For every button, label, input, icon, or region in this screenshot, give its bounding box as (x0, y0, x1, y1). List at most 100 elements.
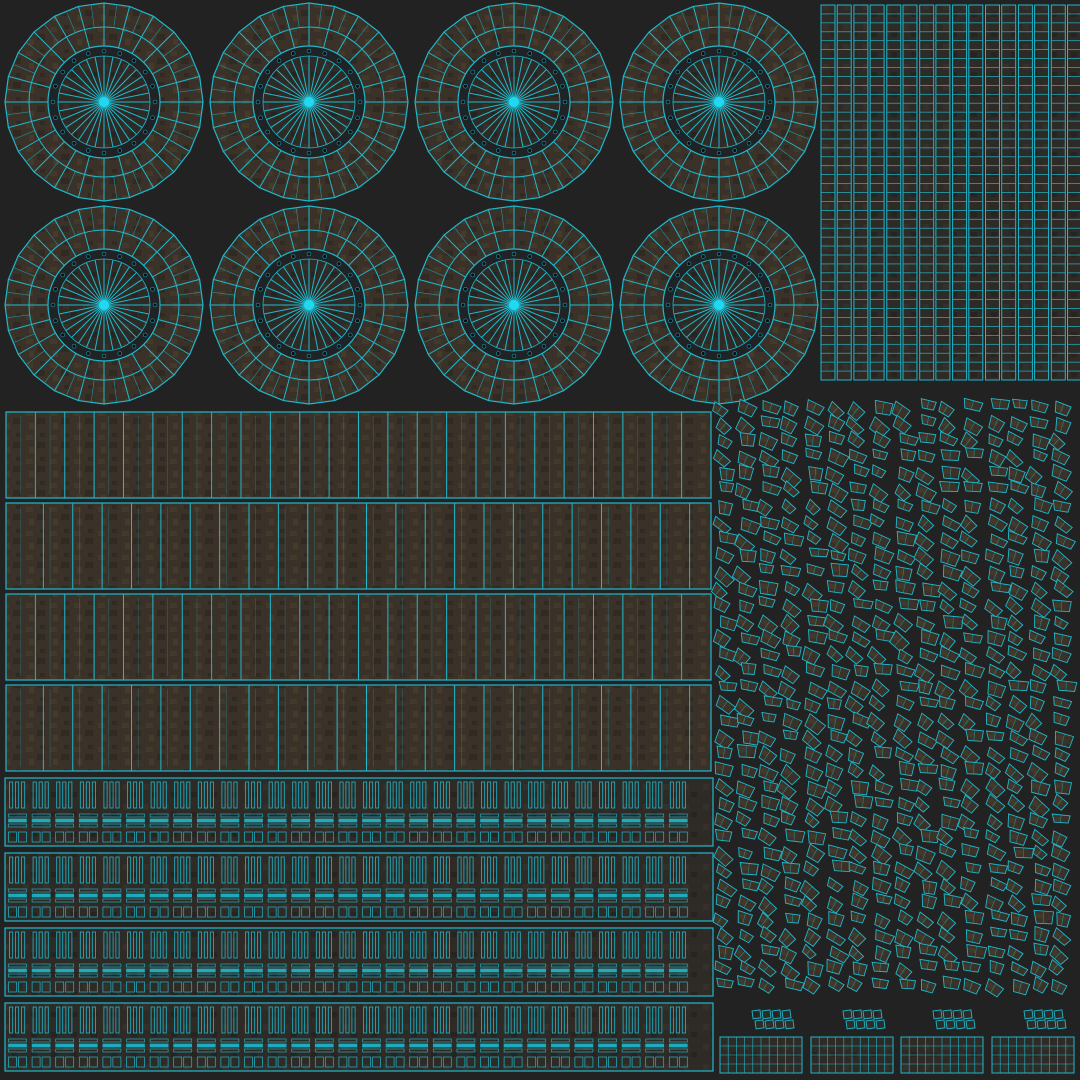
lug-island (868, 764, 885, 782)
circuit-rung (102, 1043, 122, 1048)
lug-island (758, 431, 779, 451)
lug-island (1007, 645, 1028, 661)
lug-face (824, 466, 845, 485)
lug-island (718, 796, 735, 813)
lug-island (1030, 960, 1047, 979)
wheel-bolt (306, 251, 312, 257)
lug-island (758, 977, 775, 994)
wheel-bolt (553, 332, 558, 338)
lug-face (779, 795, 799, 816)
lug-island (715, 546, 735, 565)
lug-island (715, 694, 737, 715)
circuit-rung (8, 893, 27, 898)
lug-island (1031, 893, 1052, 907)
lug-island (1031, 779, 1051, 797)
lug-face (1030, 960, 1047, 979)
lug-island (1054, 730, 1075, 749)
lug-island (984, 598, 1004, 618)
lug-island (988, 433, 1004, 448)
lug-island (872, 531, 891, 550)
lug-face (991, 909, 1011, 923)
circuit-rung (314, 1043, 334, 1048)
lug-island (763, 663, 783, 678)
lug-island (848, 861, 867, 875)
lug-island (893, 893, 911, 910)
wheel-bolt (470, 272, 475, 278)
lug-island (738, 581, 758, 598)
lug-island (898, 796, 916, 813)
lug-island (961, 581, 980, 599)
lug-face (762, 464, 780, 478)
lug-island (941, 465, 961, 480)
lug-island (735, 810, 752, 827)
lug-face (802, 975, 821, 995)
wheel-bolt (716, 251, 722, 257)
circuit-rung (574, 818, 594, 823)
circuit-rung (173, 893, 193, 898)
lug-face (759, 925, 777, 944)
lug-island (915, 482, 938, 503)
lug-face (917, 514, 935, 533)
lug-island (762, 480, 783, 496)
lug-face (892, 414, 912, 435)
lug-island (849, 481, 868, 494)
lug-island (872, 430, 892, 449)
wheel-bolt (117, 51, 123, 56)
lug-island (804, 433, 822, 448)
lug-face (1008, 694, 1028, 714)
lug-face (785, 977, 805, 992)
lug-face (893, 612, 914, 633)
circuit-rung (456, 968, 476, 973)
circuit-rung (503, 893, 523, 898)
lug-face (1009, 564, 1025, 579)
lug-island (916, 911, 935, 929)
lug-island (870, 730, 887, 748)
lug-face (1048, 432, 1066, 451)
lug-island (1029, 416, 1049, 429)
circuit-rung (8, 1043, 27, 1048)
wheel-bolt (765, 83, 770, 89)
lug-island (716, 863, 733, 879)
lug-island (920, 828, 940, 844)
small-part-piece (784, 1019, 795, 1030)
wheel-bolt (357, 302, 363, 308)
lug-island (784, 876, 802, 893)
lug-island (1034, 862, 1052, 877)
lug-island (940, 763, 957, 780)
small-part-piece (945, 1019, 956, 1030)
lug-face (806, 563, 825, 577)
lug-island (942, 615, 964, 629)
wheel-bolt (495, 351, 501, 356)
circuit-rung (409, 818, 429, 823)
lug-island (1031, 828, 1050, 847)
wheel-center-dot (509, 300, 519, 310)
small-part-piece (845, 1019, 856, 1030)
lug-face (939, 843, 957, 858)
wheel-bolt (553, 69, 558, 75)
lug-face (960, 514, 978, 534)
wheel-bolt (322, 351, 328, 356)
lug-island (737, 398, 758, 418)
circuit-rung (78, 1043, 98, 1048)
rim-strip (853, 4, 869, 381)
lug-island (804, 415, 825, 436)
lug-island (825, 778, 843, 798)
lug-island (1009, 564, 1025, 579)
circuit-rung (456, 818, 476, 823)
rim-strip (985, 4, 1000, 381)
lug-face (963, 826, 980, 839)
lug-face (717, 433, 733, 450)
lug-face (738, 846, 753, 860)
lug-face (958, 646, 978, 664)
lug-face (1010, 911, 1029, 927)
wheel-bolt (131, 58, 137, 63)
lug-island (807, 961, 824, 978)
lug-face (846, 975, 863, 993)
lug-island (921, 628, 940, 646)
lug-island (1028, 727, 1048, 746)
lug-island (758, 745, 778, 766)
tread-band (5, 684, 712, 772)
lug-face (1031, 515, 1050, 533)
lug-face (1029, 695, 1045, 712)
lug-island (716, 927, 734, 946)
